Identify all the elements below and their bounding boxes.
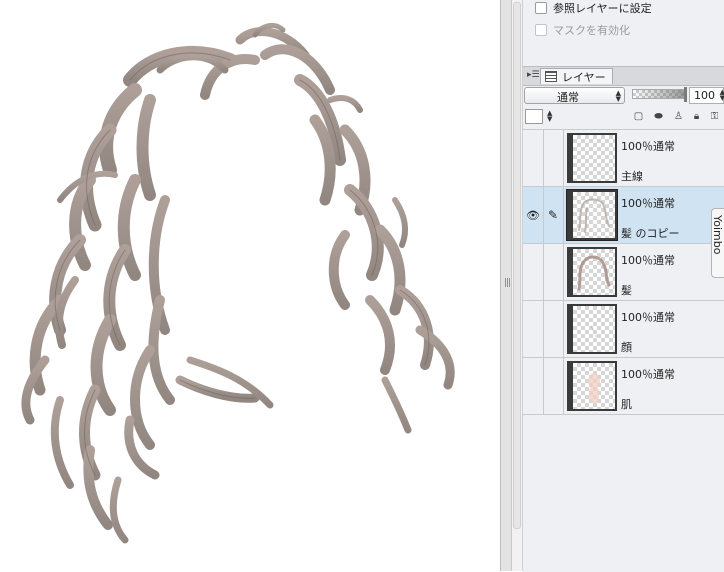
reference-layer-option[interactable]: 参照レイヤーに設定 [535, 0, 652, 17]
layer-thumbnail [567, 133, 617, 183]
opacity-value: 100 [694, 89, 715, 102]
layer-name: 主線 [621, 170, 643, 183]
side-tab-yoimbo[interactable]: Yoimbo [711, 208, 724, 278]
hair-copy-thumbnail [578, 198, 610, 233]
layer-thumbnail [567, 247, 617, 297]
hair-thumbnail [577, 255, 611, 291]
reference-layer-checkbox[interactable] [535, 2, 547, 14]
layer-thumbnail [567, 304, 617, 354]
layer-edit-toggle[interactable] [543, 301, 564, 357]
layer-panel: 参照レイヤーに設定 マスクを有効化 ▸☰ レイヤー 通常 ▲ ▼ 100 ▲ ▼ ▲… [523, 0, 724, 572]
layer-props: 100％通常 [621, 197, 675, 210]
lock-icon[interactable]: 🔒︎ [690, 110, 703, 123]
layer-visibility-toggle[interactable] [523, 130, 544, 186]
new-layer-icon[interactable]: ▢ [632, 110, 645, 123]
mask-checkbox [535, 24, 547, 36]
panel-tab-bar: ▸☰ レイヤー [523, 66, 724, 86]
mask-label: マスクを有効化 [553, 24, 630, 37]
panel-menu-icon[interactable]: ▸☰ [527, 70, 540, 80]
layer-edit-toggle[interactable] [543, 244, 564, 300]
layer-props: 100％通常 [621, 368, 675, 381]
opacity-slider[interactable] [632, 89, 686, 99]
layer-visibility-toggle[interactable] [523, 301, 544, 357]
tab-layer[interactable]: レイヤー [540, 68, 613, 84]
layer-list: 100％通常 主線 👁︎ ✎ 100％通常 髪 のコピー 100％通常 髪 10… [523, 129, 724, 572]
layer-name: 顔 [621, 341, 632, 354]
layer-row[interactable]: 100％通常 髪 [523, 244, 724, 301]
layer-thumbnail [567, 361, 617, 411]
layer-name: 肌 [621, 398, 632, 411]
drawing-canvas[interactable] [0, 0, 500, 571]
layer-edit-toggle[interactable] [543, 130, 564, 186]
pen-icon: ✎ [547, 208, 559, 222]
layer-edit-toggle[interactable]: ✎ [543, 187, 564, 243]
layer-row[interactable]: 100％通常 肌 [523, 358, 724, 415]
layer-thumbnail [566, 189, 618, 241]
layer-name: 髪 [621, 284, 632, 297]
reference-layer-label: 参照レイヤーに設定 [553, 2, 652, 15]
scrollbar-thumb[interactable] [513, 2, 521, 529]
panel-scrollbar[interactable] [512, 0, 523, 571]
opacity-stepper-icon[interactable]: ▲ ▼ [720, 89, 724, 102]
blend-row: 通常 ▲ ▼ 100 ▲ ▼ [523, 86, 724, 106]
updown-icon: ▲ ▼ [615, 89, 621, 103]
opacity-input[interactable]: 100 ▲ ▼ [689, 87, 724, 104]
layer-name: 髪 のコピー [621, 227, 680, 240]
layer-color-chip[interactable] [525, 109, 543, 124]
layer-visibility-toggle[interactable]: 👁︎ [523, 187, 544, 243]
clip-icon[interactable]: ⚿ [708, 110, 721, 123]
skin-thumbnail [588, 373, 600, 403]
side-tab-label: Yoimbo [711, 215, 724, 255]
mask-icon[interactable]: ⬬ [652, 110, 665, 123]
figure-icon[interactable]: ♙ [672, 110, 685, 123]
layer-visibility-toggle[interactable] [523, 358, 544, 414]
layer-row-selected[interactable]: 👁︎ ✎ 100％通常 髪 のコピー [523, 187, 724, 244]
blend-mode-value: 通常 [557, 91, 579, 104]
panel-splitter[interactable]: ||| [500, 0, 512, 571]
layer-row[interactable]: 100％通常 主線 [523, 130, 724, 187]
layer-row[interactable]: 100％通常 顔 [523, 301, 724, 358]
updown-icon[interactable]: ▲ ▼ [547, 110, 552, 123]
layer-palette-icon [545, 71, 557, 82]
tab-layer-label: レイヤー [562, 70, 606, 84]
layer-props: 100％通常 [621, 311, 675, 324]
opacity-slider-handle[interactable] [684, 87, 687, 102]
layer-edit-toggle[interactable] [543, 358, 564, 414]
layer-visibility-toggle[interactable] [523, 244, 544, 300]
layer-props: 100％通常 [621, 140, 675, 153]
face-thumbnail [590, 325, 597, 337]
mask-option: マスクを有効化 [535, 21, 630, 39]
layer-props: 100％通常 [621, 254, 675, 267]
layer-tool-row: ▲ ▼ ▢ ⬬ ♙ 🔒︎ ⚿ [523, 108, 724, 128]
eye-icon: 👁︎ [526, 208, 540, 222]
blend-mode-select[interactable]: 通常 ▲ ▼ [524, 87, 625, 104]
hair-artwork [21, 22, 455, 544]
splitter-grip-icon: ||| [504, 278, 511, 288]
